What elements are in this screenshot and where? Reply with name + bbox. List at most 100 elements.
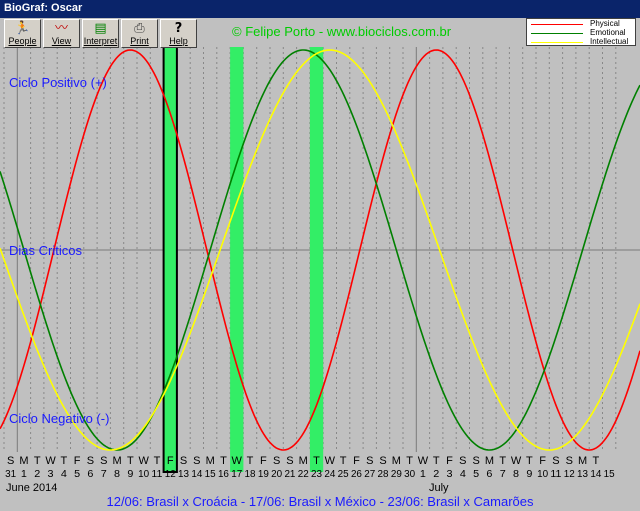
day-number: 22: [298, 469, 309, 480]
day-letter: S: [87, 455, 94, 467]
day-number: 29: [391, 469, 402, 480]
day-letter: M: [299, 455, 308, 467]
month-label-july: July: [429, 482, 449, 494]
printer-icon: ⎙: [134, 21, 145, 36]
day-letter: T: [406, 455, 413, 467]
highlight-day-2014-06-17: [230, 47, 244, 472]
day-number: 9: [526, 469, 532, 480]
people-icon: 🏃: [14, 21, 31, 36]
day-letter: M: [206, 455, 215, 467]
day-number: 5: [473, 469, 479, 480]
day-number: 27: [364, 469, 375, 480]
day-number: 13: [577, 469, 588, 480]
help-button[interactable]: ? Help: [160, 19, 197, 48]
critical-days-label: Dias Criticos: [9, 243, 82, 258]
day-number: 6: [486, 469, 492, 480]
day-letter: W: [325, 455, 336, 467]
day-number: 14: [191, 469, 202, 480]
day-letter: W: [511, 455, 522, 467]
day-letter: M: [485, 455, 494, 467]
legend-swatch: [531, 24, 583, 25]
day-number: 15: [205, 469, 216, 480]
day-number: 11: [550, 469, 561, 480]
day-letter: S: [552, 455, 559, 467]
day-number: 25: [338, 469, 349, 480]
print-button[interactable]: ⎙ Print: [121, 19, 158, 48]
day-letter: T: [34, 455, 41, 467]
view-button[interactable]: 〰 View: [43, 19, 80, 48]
day-letter: F: [446, 455, 453, 467]
day-letter: T: [340, 455, 347, 467]
day-letter: W: [45, 455, 56, 467]
day-number: 1: [21, 469, 27, 480]
day-letter: F: [353, 455, 360, 467]
people-button[interactable]: 🏃 People: [4, 19, 41, 48]
day-letter: S: [379, 455, 386, 467]
legend-label: Intellectual: [590, 37, 629, 46]
people-label: People: [8, 36, 37, 46]
day-number: 17: [231, 469, 242, 480]
day-number: 12: [165, 469, 176, 480]
day-letter: T: [499, 455, 506, 467]
day-letter: M: [112, 455, 121, 467]
day-letter: F: [260, 455, 267, 467]
day-number: 21: [284, 469, 295, 480]
interpret-button[interactable]: ▤ Interpret: [82, 19, 119, 48]
day-letter: S: [180, 455, 187, 467]
day-number: 8: [114, 469, 120, 480]
help-label: Help: [169, 36, 188, 46]
view-icon: 〰: [54, 21, 68, 36]
interpret-label: Interpret: [83, 36, 118, 46]
day-letter: W: [138, 455, 149, 467]
print-label: Print: [130, 36, 149, 46]
day-number: 26: [351, 469, 362, 480]
day-number: 10: [537, 469, 548, 480]
day-number: 4: [460, 469, 466, 480]
interpret-icon: ▤: [94, 21, 107, 36]
day-number: 3: [447, 469, 453, 480]
help-icon: ?: [174, 21, 183, 36]
negative-cycle-label: Ciclo Negativo (-): [9, 411, 110, 426]
day-letter: S: [566, 455, 573, 467]
view-label: View: [51, 36, 72, 46]
day-number: 11: [151, 469, 162, 480]
day-letter: T: [220, 455, 227, 467]
day-letter: T: [526, 455, 533, 467]
day-number: 28: [378, 469, 389, 480]
day-number: 7: [500, 469, 506, 480]
day-number: 24: [324, 469, 335, 480]
day-letter: S: [472, 455, 479, 467]
highlight-day-2014-06-12: [162, 46, 178, 473]
day-number: 1: [420, 469, 426, 480]
day-number: 16: [218, 469, 229, 480]
month-label-june: June 2014: [6, 482, 58, 494]
legend-item-intellectual: Intellectual: [527, 37, 637, 47]
day-letter: T: [154, 455, 161, 467]
day-letter: T: [60, 455, 67, 467]
day-letter: T: [127, 455, 134, 467]
day-number: 5: [74, 469, 80, 480]
highlight-day-2014-06-23: [309, 47, 324, 472]
positive-cycle-label: Ciclo Positivo (+): [9, 75, 107, 90]
day-letter: M: [578, 455, 587, 467]
day-letter: S: [366, 455, 373, 467]
day-letter: F: [74, 455, 81, 467]
day-number: 15: [604, 469, 615, 480]
day-number: 23: [311, 469, 322, 480]
legend: Physical Emotional Intellectual: [526, 18, 636, 46]
day-letter: S: [286, 455, 293, 467]
day-number: 31: [5, 469, 16, 480]
day-letter: S: [100, 455, 107, 467]
match-notes-text: 12/06: Brasil x Croácia - 17/06: Brasil …: [106, 494, 534, 509]
copyright-text: © Felipe Porto - www.biociclos.com.br: [232, 24, 452, 39]
day-number: 2: [433, 469, 439, 480]
day-number: 13: [178, 469, 189, 480]
day-number: 3: [48, 469, 54, 480]
day-number: 14: [590, 469, 601, 480]
day-number: 18: [245, 469, 256, 480]
day-number: 9: [127, 469, 133, 480]
day-letter: S: [459, 455, 466, 467]
day-letter: S: [273, 455, 280, 467]
day-number: 12: [564, 469, 575, 480]
day-number: 10: [138, 469, 149, 480]
